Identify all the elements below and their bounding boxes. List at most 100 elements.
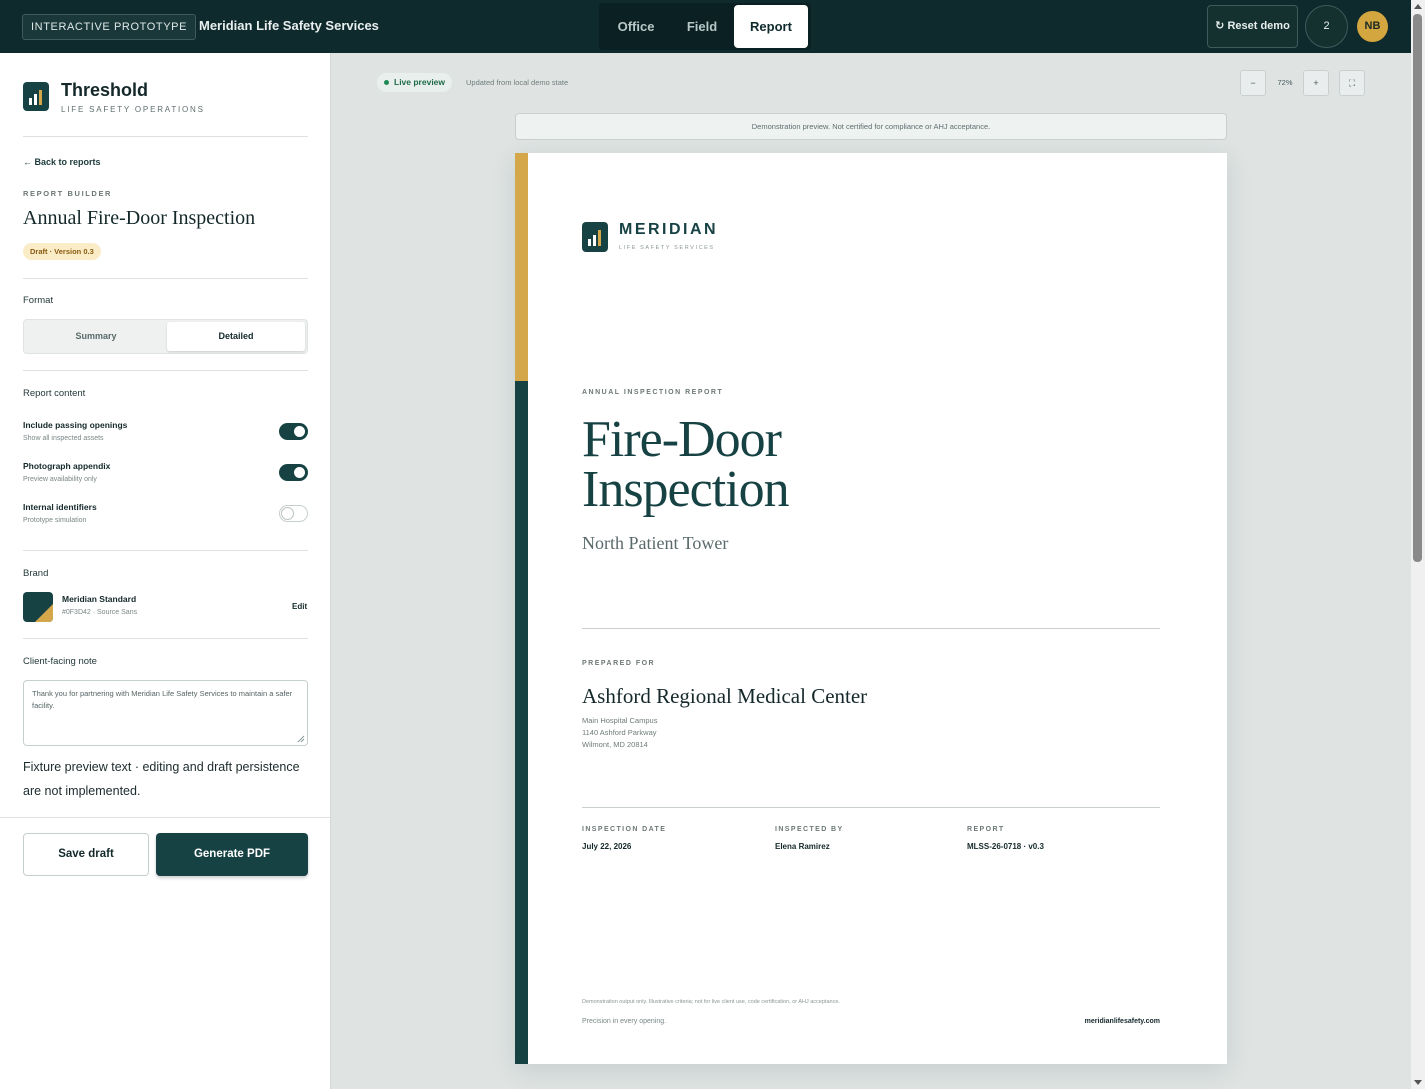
report-id-value: MLSS-26-0718 · v0.3 bbox=[967, 842, 1044, 851]
generate-pdf-button[interactable]: Generate PDF bbox=[156, 833, 308, 876]
brand-label: Brand bbox=[23, 568, 49, 579]
logo-bar bbox=[593, 235, 596, 246]
brand-meta: #0F3D42 · Source Sans bbox=[62, 609, 138, 616]
logo-bar bbox=[29, 98, 32, 105]
toggle-row-photo-appendix: Photograph appendix Preview availability… bbox=[23, 461, 308, 489]
meridian-logo-icon bbox=[582, 222, 608, 252]
toggle-row-internal-ids: Internal identifiers Prototype simulatio… bbox=[23, 502, 308, 530]
tab-office[interactable]: Office bbox=[605, 5, 667, 48]
brand-swatch bbox=[23, 592, 53, 622]
document-title-line: Fire-Door bbox=[582, 411, 782, 468]
brand-name: Meridian Standard bbox=[62, 594, 137, 604]
threshold-logo-icon bbox=[23, 82, 49, 111]
document-tagline: Precision in every opening. bbox=[582, 1018, 667, 1025]
document-brand-subtitle: LIFE SAFETY SERVICES bbox=[619, 245, 715, 251]
zoom-level: 72% bbox=[1277, 78, 1293, 87]
address-line: Wilmont, MD 20814 bbox=[582, 740, 648, 749]
report-content-label: Report content bbox=[23, 388, 86, 399]
client-name: Ashford Regional Medical Center bbox=[582, 684, 868, 708]
toggle-title: Internal identifiers bbox=[23, 502, 97, 512]
reset-demo-button[interactable]: ↻ Reset demo bbox=[1207, 5, 1298, 48]
edit-brand-link[interactable]: Edit bbox=[292, 602, 307, 611]
fixture-notice: Fixture preview text · editing and draft… bbox=[23, 760, 300, 798]
updated-status: Updated from local demo state bbox=[466, 78, 569, 87]
divider bbox=[23, 370, 308, 371]
toggle-title: Photograph appendix bbox=[23, 461, 111, 471]
toggle-knob bbox=[293, 466, 306, 479]
divider bbox=[23, 550, 308, 551]
format-summary-option[interactable]: Summary bbox=[26, 322, 166, 351]
live-dot-icon bbox=[384, 80, 389, 85]
zoom-out-button[interactable]: − bbox=[1240, 70, 1266, 96]
save-draft-button[interactable]: Save draft bbox=[23, 833, 149, 876]
logo-bar bbox=[39, 90, 42, 105]
live-preview-badge: Live preview bbox=[377, 73, 453, 92]
internal-identifiers-toggle[interactable] bbox=[279, 505, 308, 522]
brand-swatch-icon bbox=[35, 604, 53, 622]
format-label: Format bbox=[23, 295, 54, 306]
prepared-for-label: PREPARED FOR bbox=[582, 660, 656, 667]
page-scrollbar[interactable] bbox=[1411, 0, 1425, 1089]
divider bbox=[0, 817, 330, 818]
top-bar: INTERACTIVE PROTOTYPE Meridian Life Safe… bbox=[0, 0, 1411, 53]
notification-count[interactable]: 2 bbox=[1305, 5, 1348, 48]
format-detailed-option[interactable]: Detailed bbox=[167, 322, 305, 351]
logo-bar bbox=[588, 239, 591, 246]
report-builder-eyebrow: REPORT BUILDER bbox=[23, 189, 113, 198]
photograph-appendix-toggle[interactable] bbox=[279, 464, 308, 481]
client-note-value: Thank you for partnering with Meridian L… bbox=[32, 689, 293, 710]
document-divider bbox=[582, 628, 1160, 629]
report-title: Annual Fire-Door Inspection bbox=[23, 207, 256, 229]
toggle-row-passing-openings: Include passing openings Show all inspec… bbox=[23, 420, 308, 448]
app-name: Threshold bbox=[61, 80, 149, 100]
status-badge: Draft · Version 0.3 bbox=[23, 243, 101, 260]
resize-grip-icon[interactable] bbox=[297, 735, 305, 743]
accent-stripe-teal bbox=[515, 381, 528, 1064]
report-document-page: MERIDIAN LIFE SAFETY SERVICES ANNUAL INS… bbox=[515, 153, 1227, 1064]
document-fine-print: Demonstration output only. Illustrative … bbox=[582, 999, 840, 1005]
logo-bar bbox=[34, 94, 37, 105]
document-title: Fire-Door Inspection bbox=[582, 411, 790, 518]
document-website: meridianlifesafety.com bbox=[1084, 1018, 1160, 1025]
document-title-line: Inspection bbox=[582, 461, 790, 518]
sidebar: Threshold LIFE SAFETY OPERATIONS ← Back … bbox=[0, 53, 331, 1089]
divider bbox=[23, 136, 308, 137]
inspection-date-label: INSPECTION DATE bbox=[582, 826, 667, 833]
zoom-in-button[interactable]: + bbox=[1303, 70, 1329, 96]
document-divider bbox=[582, 807, 1160, 808]
inspected-by-value: Elena Ramirez bbox=[775, 842, 830, 851]
client-note-label: Client-facing note bbox=[23, 656, 97, 667]
scroll-thumb[interactable] bbox=[1413, 14, 1422, 562]
disclaimer-banner: Demonstration preview. Not certified for… bbox=[515, 113, 1227, 140]
divider bbox=[23, 638, 308, 639]
document-eyebrow: ANNUAL INSPECTION REPORT bbox=[582, 389, 724, 396]
accent-stripe-gold bbox=[515, 153, 528, 381]
fullscreen-icon[interactable]: ⛶ bbox=[1339, 70, 1365, 96]
toggle-knob bbox=[281, 507, 294, 520]
avatar[interactable]: NB bbox=[1357, 11, 1388, 42]
tab-field[interactable]: Field bbox=[671, 5, 733, 48]
format-segmented-control: Summary Detailed bbox=[23, 319, 308, 354]
toggle-title: Include passing openings bbox=[23, 420, 128, 430]
toggle-knob bbox=[293, 425, 306, 438]
toggle-description: Prototype simulation bbox=[23, 517, 87, 524]
app-subtitle: LIFE SAFETY OPERATIONS bbox=[61, 105, 205, 114]
inspection-date-value: July 22, 2026 bbox=[582, 842, 632, 851]
logo-bar bbox=[598, 230, 601, 246]
live-preview-label: Live preview bbox=[394, 77, 446, 87]
include-passing-openings-toggle[interactable] bbox=[279, 423, 308, 440]
company-name: Meridian Life Safety Services bbox=[199, 18, 379, 33]
document-subtitle: North Patient Tower bbox=[582, 533, 729, 553]
mode-tabs: Office Field Report bbox=[599, 3, 811, 50]
scroll-down-icon[interactable] bbox=[1414, 1080, 1422, 1085]
back-to-reports-link[interactable]: ← Back to reports bbox=[23, 157, 101, 167]
report-id-label: REPORT bbox=[967, 826, 1005, 833]
toggle-description: Show all inspected assets bbox=[23, 435, 104, 442]
inspected-by-label: INSPECTED BY bbox=[775, 826, 844, 833]
scroll-up-icon[interactable] bbox=[1414, 4, 1422, 9]
address-line: 1140 Ashford Parkway bbox=[582, 728, 657, 737]
tab-report[interactable]: Report bbox=[734, 5, 808, 48]
divider bbox=[23, 278, 308, 279]
address-line: Main Hospital Campus bbox=[582, 716, 658, 725]
client-note-textarea[interactable]: Thank you for partnering with Meridian L… bbox=[23, 680, 308, 746]
